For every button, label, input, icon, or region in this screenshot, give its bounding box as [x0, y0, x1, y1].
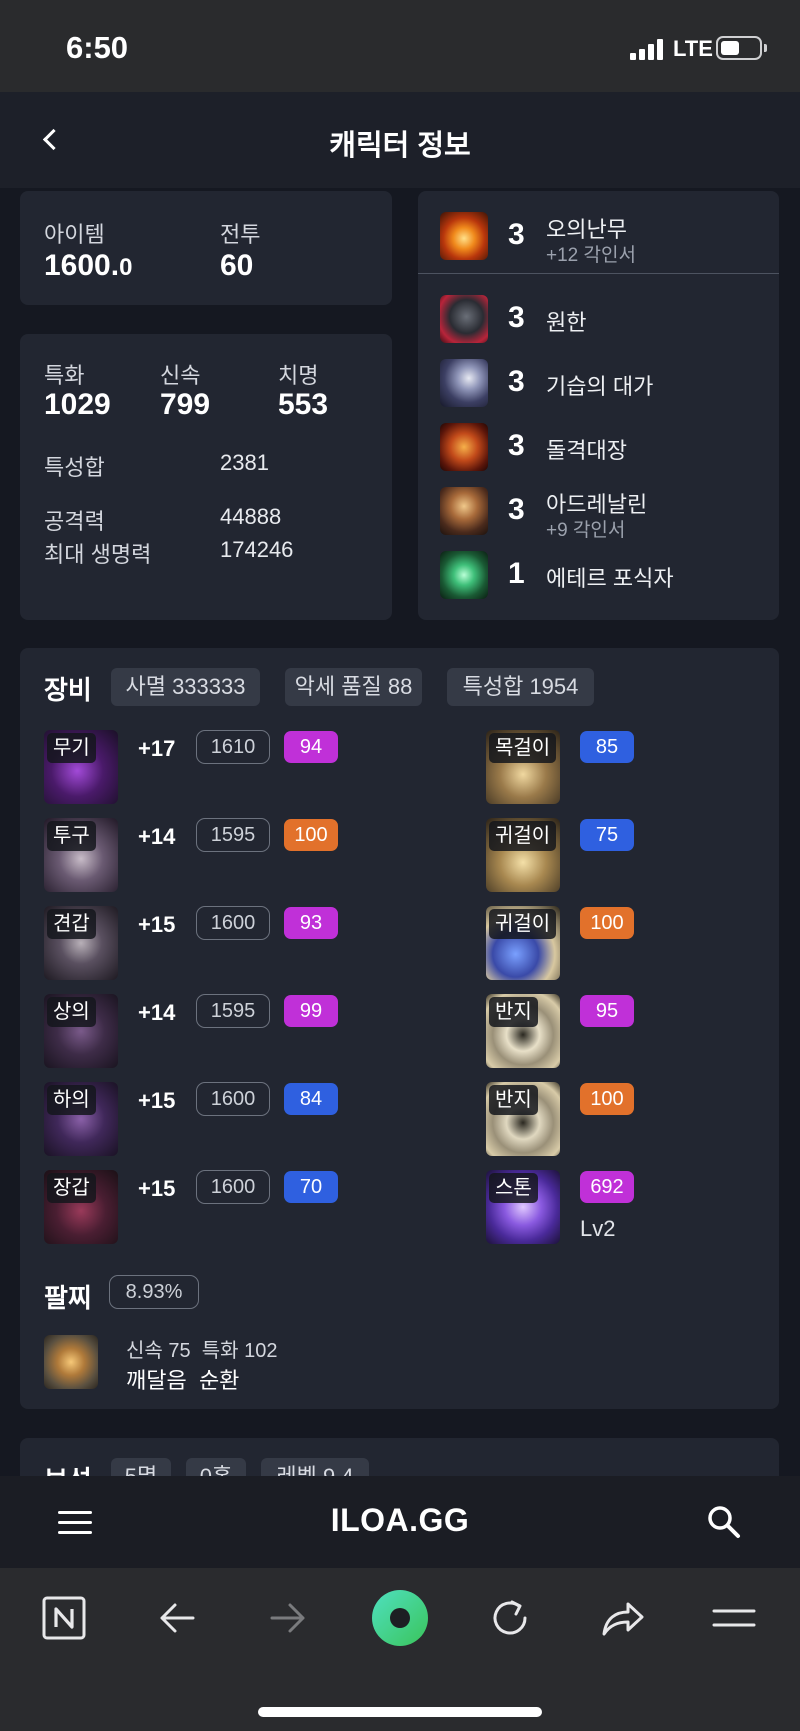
browser-forward-icon[interactable] — [268, 1600, 308, 1636]
level-summary-card: 아이템 1600.0 전투 60 — [20, 191, 392, 305]
engraving-row[interactable]: 3 기습의 대가 — [418, 351, 779, 415]
accessory-stat-chip: 특성합 1954 — [447, 668, 594, 706]
max-hp-value: 174246 — [220, 537, 294, 562]
combat-level-value: 60 — [220, 249, 254, 282]
quality-badge: 100 — [580, 907, 634, 939]
necklace-icon: 목걸이 — [486, 730, 560, 804]
status-bar: 6:50 LTE — [0, 0, 800, 92]
engraving-divider — [418, 273, 779, 274]
status-time: 6:50 — [66, 30, 129, 65]
moon-slash-icon — [440, 359, 488, 407]
ring-icon: 반지 — [486, 1082, 560, 1156]
search-icon[interactable] — [706, 1504, 742, 1540]
quality-badge: 94 — [284, 731, 338, 763]
bracelet-stats: 신속 75 특화 102 — [126, 1340, 278, 1362]
equipment-title: 장비 — [44, 675, 92, 705]
browser-back-icon[interactable] — [157, 1600, 197, 1636]
engraving-row[interactable]: 1 에테르 포식자 — [418, 543, 779, 607]
accessory-quality-chip: 악세 품질 88 — [285, 668, 422, 706]
pants-icon: 하의 — [44, 1082, 118, 1156]
quality-badge: 85 — [580, 731, 634, 763]
refresh-icon[interactable] — [488, 1596, 532, 1640]
demon-beast-icon — [440, 295, 488, 343]
network-type: LTE — [673, 36, 713, 61]
page-title: 캐릭터 정보 — [329, 130, 471, 162]
weapon-icon: 무기 — [44, 730, 118, 804]
green-claw-icon — [440, 551, 488, 599]
engraving-row[interactable]: 3 원한 — [418, 287, 779, 351]
engraving-row[interactable]: 3 오의난무 +12 각인서 — [418, 204, 779, 268]
naver-home-icon[interactable] — [42, 1596, 86, 1640]
swiftness-label: 신속 — [160, 363, 201, 388]
earring-icon: 귀걸이 — [486, 818, 560, 892]
item-level-label: 아이템 — [44, 222, 105, 247]
attack-power-value: 44888 — [220, 504, 282, 529]
home-indicator[interactable] — [258, 1707, 542, 1717]
set-effect-chip: 사멸 333333 — [111, 668, 260, 706]
stat-total-label: 특성합 — [44, 455, 105, 480]
specialization-label: 특화 — [44, 363, 85, 388]
share-icon[interactable] — [600, 1598, 646, 1638]
ring-icon: 반지 — [486, 994, 560, 1068]
quality-badge: 692 — [580, 1171, 634, 1203]
helmet-icon: 투구 — [44, 818, 118, 892]
item-level-value: 1600.0 — [44, 249, 133, 282]
engraving-row[interactable]: 3 돌격대장 — [418, 415, 779, 479]
equipment-card: 장비 사멸 333333 악세 품질 88 특성합 1954 무기 +17 16… — [20, 648, 779, 1409]
cellular-signal-icon — [630, 38, 666, 60]
flame-burst-icon — [440, 212, 488, 260]
engravings-card: 3 오의난무 +12 각인서 3 원한 3 기습의 대가 3 돌격대장 3 아드… — [418, 191, 779, 620]
bracelet-icon[interactable] — [44, 1335, 98, 1389]
quality-badge: 100 — [284, 819, 338, 851]
crit-value: 553 — [278, 388, 329, 421]
earring-icon: 귀걸이 — [486, 906, 560, 980]
stats-card[interactable]: 특화 1029 신속 799 치명 553 특성합 2381 공격력 44888… — [20, 334, 392, 746]
chest-armor-icon: 상의 — [44, 994, 118, 1068]
bracelet-title: 팔찌 — [44, 1283, 92, 1313]
ability-stone-icon: 스톤 — [486, 1170, 560, 1244]
site-logo[interactable]: ILOA.GG — [0, 1502, 800, 1539]
browser-menu-icon[interactable] — [712, 1606, 756, 1630]
site-nav-bar: ILOA.GG — [0, 1476, 800, 1568]
max-hp-label: 최대 생명력 — [44, 542, 152, 567]
green-dot-icon[interactable] — [371, 1589, 429, 1647]
quality-badge: 84 — [284, 1083, 338, 1115]
quality-badge: 75 — [580, 819, 634, 851]
stone-level: Lv2 — [580, 1216, 616, 1241]
quality-badge: 99 — [284, 995, 338, 1027]
stat-total-value: 2381 — [220, 450, 269, 475]
quality-badge: 95 — [580, 995, 634, 1027]
bracelet-percent: 8.93% — [109, 1275, 199, 1309]
attack-power-label: 공격력 — [44, 509, 105, 534]
engraving-row[interactable]: 3 아드레날린 +9 각인서 — [418, 479, 779, 543]
quality-badge: 100 — [580, 1083, 634, 1115]
quality-badge: 93 — [284, 907, 338, 939]
charge-fire-icon — [440, 423, 488, 471]
app-header: 캐릭터 정보 — [0, 92, 800, 188]
combat-level-label: 전투 — [220, 222, 261, 247]
shoulder-icon: 견갑 — [44, 906, 118, 980]
warrior-icon — [440, 487, 488, 535]
swiftness-value: 799 — [160, 388, 211, 421]
specialization-value: 1029 — [44, 388, 111, 421]
gloves-icon: 장갑 — [44, 1170, 118, 1244]
crit-label: 치명 — [278, 363, 319, 388]
bracelet-effects: 깨달음 순환 — [126, 1368, 240, 1393]
quality-badge: 70 — [284, 1171, 338, 1203]
battery-icon — [716, 36, 767, 60]
